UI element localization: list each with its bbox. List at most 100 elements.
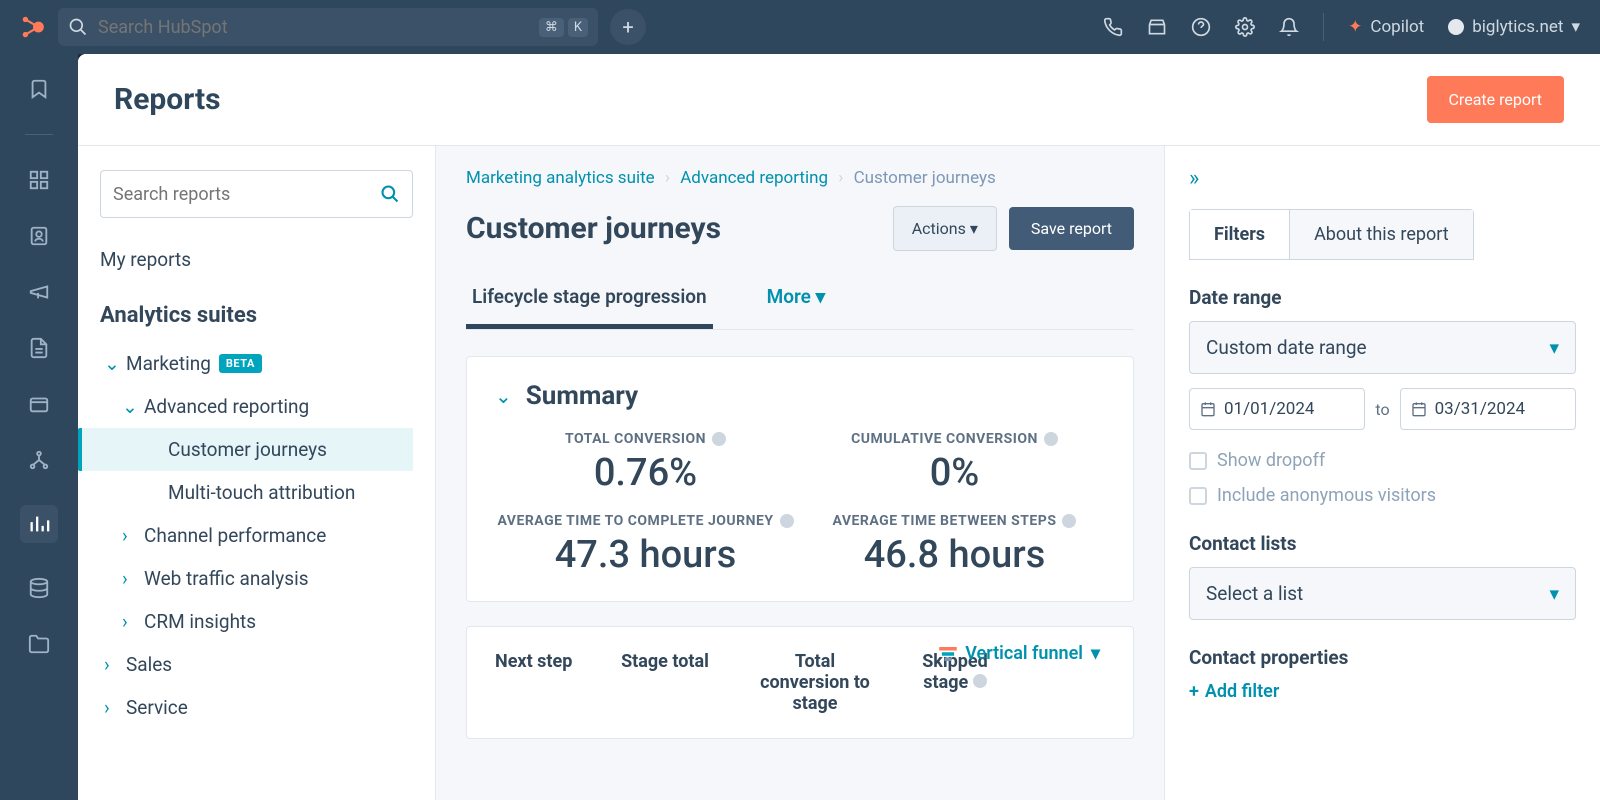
reports-search[interactable] (100, 170, 413, 218)
date-from-input[interactable]: 01/01/2024 (1189, 388, 1365, 430)
date-range-label: Date range (1189, 286, 1576, 309)
actions-dropdown[interactable]: Actions ▾ (893, 206, 997, 251)
chevron-down-icon[interactable]: ⌄ (495, 384, 512, 408)
tree-service[interactable]: › Service (100, 686, 413, 729)
marketplace-icon[interactable] (1147, 17, 1167, 37)
tab-more[interactable]: More ▾ (761, 273, 832, 329)
tree-channel-performance[interactable]: › Channel performance (100, 514, 413, 557)
page-header: Reports Create report (78, 54, 1600, 146)
bookmark-icon[interactable] (28, 78, 50, 100)
info-icon[interactable] (712, 432, 726, 446)
collapse-panel-button[interactable]: » (1189, 166, 1576, 191)
page-title: Reports (114, 82, 221, 117)
create-report-button[interactable]: Create report (1427, 76, 1564, 123)
reports-icon[interactable] (20, 505, 58, 543)
to-label: to (1375, 400, 1389, 419)
metric-value: 46.8 hours (804, 533, 1105, 577)
col-stage-total: Stage total (605, 651, 725, 672)
tree-sales[interactable]: › Sales (100, 643, 413, 686)
add-filter-button[interactable]: + Add filter (1189, 681, 1576, 702)
document-icon[interactable] (28, 337, 50, 359)
chevron-down-icon: ▾ (1549, 336, 1559, 359)
global-search[interactable]: ⌘K (58, 8, 598, 46)
tree-web-traffic[interactable]: › Web traffic analysis (100, 557, 413, 600)
wallet-icon[interactable] (28, 393, 50, 415)
settings-icon[interactable] (1235, 17, 1255, 37)
reports-search-input[interactable] (113, 184, 380, 205)
contact-lists-select[interactable]: Select a list ▾ (1189, 567, 1576, 620)
tree-customer-journeys[interactable]: Customer journeys (78, 428, 413, 471)
tree-marketing[interactable]: ⌄ Marketing BETA (100, 342, 413, 385)
copilot-button[interactable]: ✦ Copilot (1348, 17, 1424, 37)
notifications-icon[interactable] (1279, 17, 1299, 37)
col-conversion: Total conversion to stage (755, 651, 875, 714)
account-menu[interactable]: biglytics.net ▾ (1448, 17, 1580, 37)
info-icon[interactable] (1062, 514, 1076, 528)
chevron-right-icon: › (122, 610, 136, 633)
date-range-select[interactable]: Custom date range ▾ (1189, 321, 1576, 374)
hubspot-logo (20, 14, 46, 40)
megaphone-icon[interactable] (28, 281, 50, 303)
show-dropoff-checkbox[interactable]: Show dropoff (1189, 450, 1576, 471)
topbar: ⌘K + ✦ Copilot biglytics.net ▾ (0, 0, 1600, 54)
avatar (1448, 19, 1464, 35)
chevron-right-icon: › (122, 524, 136, 547)
chevron-right-icon: › (104, 653, 118, 676)
search-icon (68, 17, 88, 37)
panel-tabs: Filters About this report (1189, 209, 1474, 260)
divider (25, 134, 53, 135)
grid-icon[interactable] (28, 169, 50, 191)
checkbox-icon (1189, 452, 1207, 470)
contacts-icon[interactable] (28, 225, 50, 247)
tree-advanced-reporting[interactable]: ⌄ Advanced reporting (100, 385, 413, 428)
include-anonymous-checkbox[interactable]: Include anonymous visitors (1189, 485, 1576, 506)
help-icon[interactable] (1191, 17, 1211, 37)
date-to-input[interactable]: 03/31/2024 (1400, 388, 1576, 430)
calendar-icon (1200, 401, 1216, 417)
info-icon[interactable] (780, 514, 794, 528)
funnel-icon (939, 647, 957, 661)
left-nav-rail (0, 54, 78, 800)
contact-lists-label: Contact lists (1189, 532, 1576, 555)
analytics-suites-heading: Analytics suites (100, 303, 413, 328)
phone-icon[interactable] (1103, 17, 1123, 37)
contact-properties-label: Contact properties (1189, 646, 1576, 669)
beta-badge: BETA (219, 354, 262, 373)
breadcrumb-current: Customer journeys (854, 168, 996, 188)
col-next-step: Next step (495, 651, 575, 672)
add-button[interactable]: + (610, 9, 646, 45)
metric-label: AVERAGE TIME BETWEEN STEPS (804, 513, 1105, 529)
tab-filters[interactable]: Filters (1190, 210, 1290, 259)
report-title: Customer journeys (466, 211, 721, 246)
breadcrumb-link[interactable]: Marketing analytics suite (466, 168, 655, 188)
summary-card: ⌄ Summary TOTAL CONVERSION 0.76% CUMULAT… (466, 356, 1134, 602)
metric-label: TOTAL CONVERSION (495, 431, 796, 447)
save-report-button[interactable]: Save report (1009, 207, 1134, 250)
report-content: Marketing analytics suite › Advanced rep… (436, 146, 1164, 800)
global-search-input[interactable] (98, 17, 529, 38)
tree-multi-touch[interactable]: Multi-touch attribution (100, 471, 413, 514)
chevron-down-icon: ▾ (1571, 17, 1580, 37)
tree-crm-insights[interactable]: › CRM insights (100, 600, 413, 643)
breadcrumb: Marketing analytics suite › Advanced rep… (466, 168, 1134, 188)
calendar-icon (1411, 401, 1427, 417)
checkbox-icon (1189, 487, 1207, 505)
database-icon[interactable] (28, 577, 50, 599)
workflow-icon[interactable] (28, 449, 50, 471)
metric-value: 47.3 hours (495, 533, 796, 577)
folder-icon[interactable] (28, 633, 50, 655)
metric-value: 0.76% (495, 451, 796, 495)
summary-heading: Summary (526, 381, 638, 411)
breadcrumb-link[interactable]: Advanced reporting (680, 168, 828, 188)
filters-panel: » Filters About this report Date range C… (1164, 146, 1600, 800)
info-icon[interactable] (1044, 432, 1058, 446)
info-icon[interactable] (973, 674, 987, 688)
my-reports-link[interactable]: My reports (100, 240, 413, 279)
metric-label: AVERAGE TIME TO COMPLETE JOURNEY (495, 513, 796, 529)
plus-icon: + (1189, 681, 1199, 702)
funnel-view-toggle[interactable]: Vertical funnel ▾ (939, 643, 1100, 664)
funnel-card: Next step Stage total Total conversion t… (466, 626, 1134, 739)
chevron-right-icon: › (104, 696, 118, 719)
tab-lifecycle[interactable]: Lifecycle stage progression (466, 273, 713, 329)
tab-about[interactable]: About this report (1290, 210, 1473, 259)
